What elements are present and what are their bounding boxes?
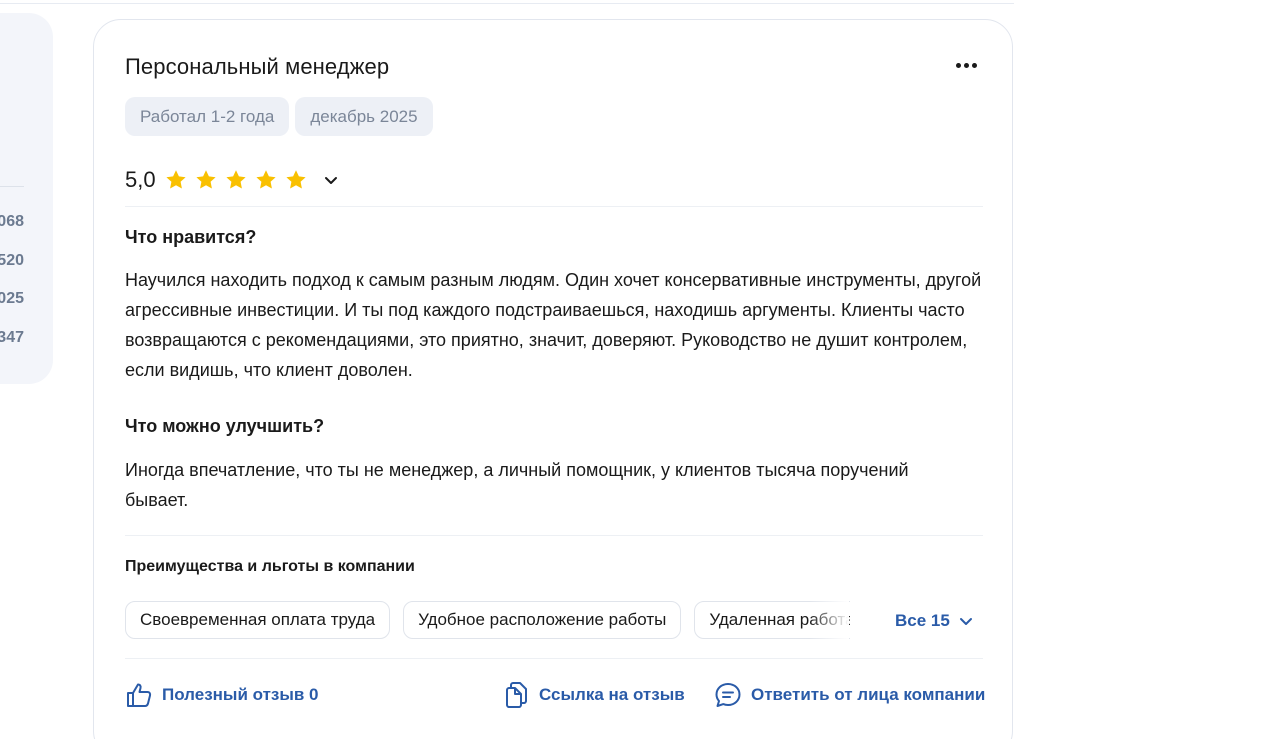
star-icon — [254, 168, 278, 192]
side-panel-divider — [0, 186, 24, 187]
rating-stars — [164, 168, 308, 192]
review-tags: Работал 1-2 года декабрь 2025 — [125, 97, 433, 136]
copy-icon — [506, 682, 527, 708]
star-icon — [284, 168, 308, 192]
tag-work-duration: Работал 1-2 года — [125, 97, 290, 136]
review-link-button[interactable]: Ссылка на отзыв — [504, 680, 685, 710]
all-benefits-label: Все 15 — [895, 611, 950, 630]
side-number: 520 — [0, 252, 24, 269]
reply-as-company-button[interactable]: Ответить от лица компании — [714, 680, 985, 710]
benefits-fade — [809, 601, 849, 641]
star-icon — [194, 168, 218, 192]
reply-as-company-label: Ответить от лица компании — [751, 685, 986, 704]
benefit-chip: Своевременная оплата труда — [125, 601, 391, 639]
benefits-list: Своевременная оплата труда Удобное распо… — [125, 601, 850, 641]
improve-text: Иногда впечатление, что ты не менеджер, … — [125, 460, 909, 510]
improve-heading: Что можно улучшить? — [125, 416, 325, 436]
star-icon — [164, 168, 188, 192]
side-number: 347 — [0, 329, 24, 346]
benefits-heading: Преимущества и льготы в компании — [125, 558, 415, 575]
star-icon — [224, 168, 248, 192]
more-options-button[interactable] — [952, 57, 980, 73]
divider — [125, 658, 983, 659]
helpful-review-label: Полезный отзыв 0 — [162, 685, 319, 704]
rating-value: 5,0 — [125, 167, 156, 192]
all-benefits-button[interactable]: Все 15 — [895, 608, 976, 634]
tag-review-date: декабрь 2025 — [295, 97, 433, 136]
side-number: 068 — [0, 213, 24, 230]
top-divider — [0, 3, 1014, 4]
divider — [125, 206, 983, 207]
likes-text: Научился находить подход к самым разным … — [125, 270, 982, 380]
rating-details-toggle[interactable] — [319, 168, 343, 192]
helpful-review-button[interactable]: Полезный отзыв 0 — [125, 680, 319, 710]
rating-row: 5,0 — [125, 164, 343, 196]
likes-heading: Что нравится? — [125, 227, 257, 247]
page: 068 520 025 347 Персональный менеджер Ра… — [0, 0, 1265, 739]
review-card: Персональный менеджер Работал 1-2 года д… — [93, 19, 1013, 739]
chevron-down-icon — [959, 618, 972, 625]
thumbs-up-icon — [127, 683, 152, 707]
chevron-down-icon — [324, 177, 337, 184]
review-title: Персональный менеджер — [125, 54, 390, 79]
benefit-chip: Удобное расположение работы — [403, 601, 682, 639]
chat-bubble-icon — [715, 683, 741, 707]
more-dots-icon — [955, 62, 977, 68]
divider — [125, 535, 983, 536]
side-number: 025 — [0, 290, 24, 307]
review-link-label: Ссылка на отзыв — [539, 685, 685, 704]
